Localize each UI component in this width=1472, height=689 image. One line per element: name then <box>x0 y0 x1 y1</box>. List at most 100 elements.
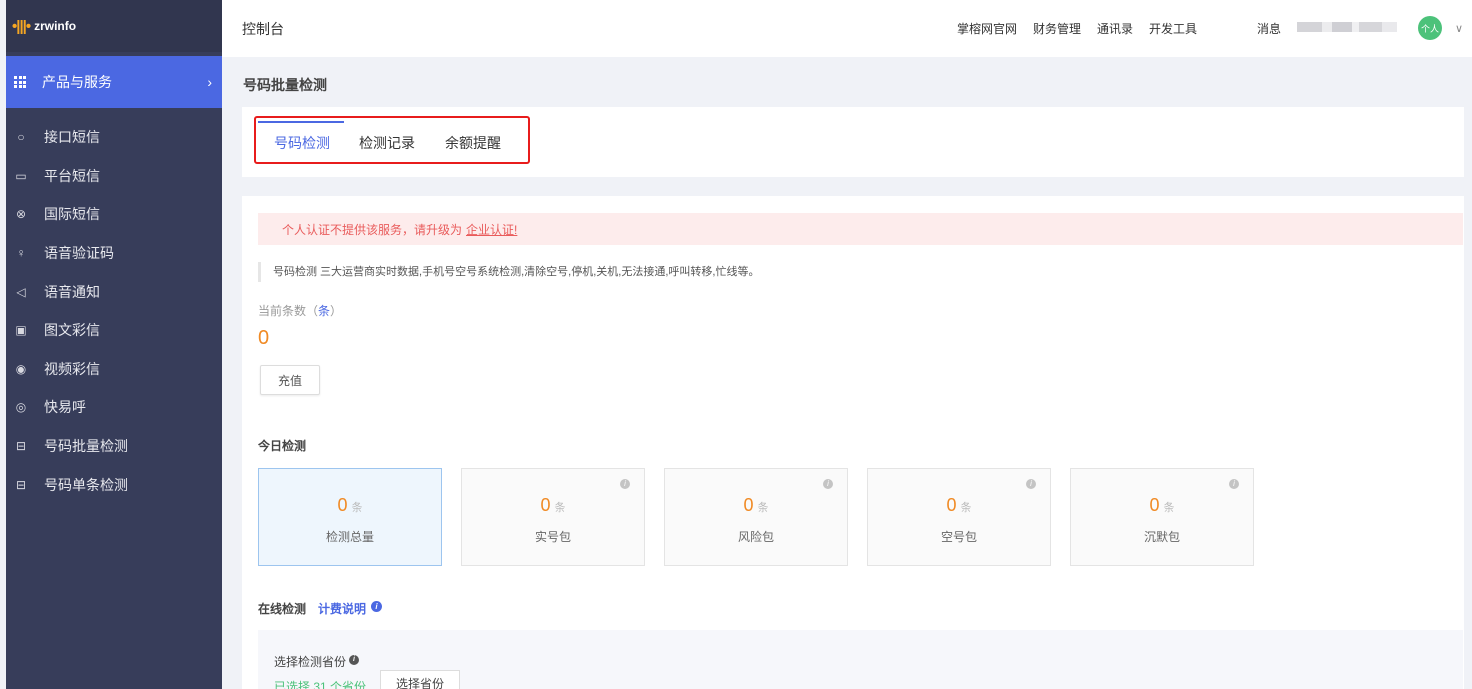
info-icon[interactable]: i <box>620 479 630 489</box>
stat-label: 风险包 <box>737 530 774 544</box>
stat-value: 0 <box>337 495 348 515</box>
messages-link[interactable]: 消息 <box>1257 20 1281 37</box>
stat-unit: 条 <box>1163 502 1175 514</box>
stat-card-risk: i 0条 风险包 <box>664 468 848 566</box>
microphone-icon: ♀ <box>16 246 26 261</box>
stat-label: 空号包 <box>940 530 977 544</box>
avatar[interactable]: 个人 <box>1418 16 1442 40</box>
sidebar-item-label: 语音验证码 <box>44 245 114 262</box>
info-icon[interactable]: i <box>371 601 382 612</box>
stat-value: 0 <box>1149 495 1160 515</box>
sidebar-item-platform-sms[interactable]: ▭ 平台短信 <box>6 157 222 196</box>
sidebar-item-label: 号码批量检测 <box>44 438 128 455</box>
logo-icon: •|||• <box>12 17 31 35</box>
products-services-label: 产品与服务 <box>42 74 112 90</box>
sidebar-item-label: 接口短信 <box>44 129 100 146</box>
tab-card: 号码检测 检测记录 余额提醒 <box>242 107 1464 177</box>
stat-unit: 条 <box>351 502 363 514</box>
sidebar-item-label: 快易呼 <box>44 399 86 416</box>
count-unit: 条 <box>318 304 331 318</box>
info-icon[interactable]: i <box>349 655 359 665</box>
chevron-right-icon: › <box>207 74 212 90</box>
header-links: 掌榕网官网 财务管理 通讯录 开发工具 <box>957 20 1213 37</box>
main-card: 个人认证不提供该服务，请升级为 企业认证! 号码检测 三大运营商实时数据,手机号… <box>242 196 1464 689</box>
speaker-icon: ◁ <box>16 284 26 299</box>
sidebar-item-label: 平台短信 <box>44 167 100 184</box>
tab-check-records[interactable]: 检测记录 <box>359 133 415 153</box>
online-check-title: 在线检测 <box>258 602 307 616</box>
select-province-button[interactable]: 选择省份 <box>380 670 460 689</box>
sidebar-menu: ○ 接口短信 ▭ 平台短信 ⊗ 国际短信 ♀ 语音验证码 ◁ 语音通知 ▣ 图文彩信 ◉ 视频… <box>6 108 222 504</box>
link-finance[interactable]: 财务管理 <box>1033 20 1081 37</box>
chat-bubble-icon: ○ <box>17 130 25 145</box>
brand-logo[interactable]: •|||• zrwinfo <box>6 0 222 52</box>
chevron-down-icon[interactable]: ∨ <box>1455 22 1463 35</box>
count-label-end: ） <box>330 304 343 318</box>
image-icon: ▣ <box>15 323 27 338</box>
play-icon: ◉ <box>15 361 27 376</box>
enterprise-auth-link[interactable]: 企业认证! <box>466 221 517 238</box>
sidebar-item-label: 视频彩信 <box>44 360 100 377</box>
scan-icon: ⊟ <box>15 439 27 454</box>
stat-unit: 条 <box>757 502 769 514</box>
sidebar-item-video-mms[interactable]: ◉ 视频彩信 <box>6 350 222 389</box>
info-icon[interactable]: i <box>1229 479 1239 489</box>
sidebar-item-label: 语音通知 <box>44 283 100 300</box>
sidebar-item-label: 图文彩信 <box>44 322 100 339</box>
link-dev-tools[interactable]: 开发工具 <box>1149 20 1197 37</box>
today-check-title: 今日检测 <box>258 439 307 453</box>
stat-card-real: i 0条 实号包 <box>461 468 645 566</box>
stat-unit: 条 <box>960 502 972 514</box>
current-count-value: 0 <box>258 327 270 349</box>
alert-text: 个人认证不提供该服务，请升级为 <box>282 222 463 237</box>
stat-value: 0 <box>540 495 551 515</box>
sidebar-item-intl-sms[interactable]: ⊗ 国际短信 <box>6 195 222 234</box>
sidebar-item-voice-notice[interactable]: ◁ 语音通知 <box>6 272 222 311</box>
stat-value: 0 <box>743 495 754 515</box>
recharge-button[interactable]: 充值 <box>260 365 320 395</box>
console-title[interactable]: 控制台 <box>242 19 284 39</box>
info-icon[interactable]: i <box>823 479 833 489</box>
billing-info-link[interactable]: 计费说明 <box>318 600 366 617</box>
sidebar-item-api-sms[interactable]: ○ 接口短信 <box>6 118 222 157</box>
stat-label: 实号包 <box>534 530 571 544</box>
phone-circle-icon: ◎ <box>15 400 27 415</box>
message-icon: ▭ <box>15 168 27 183</box>
page-title: 号码批量检测 <box>243 77 327 93</box>
count-label-text: 当前条数（ <box>258 304 319 318</box>
selected-provinces-text: 已选择 31 个省份 <box>274 680 367 689</box>
stat-card-empty: i 0条 空号包 <box>867 468 1051 566</box>
tab-number-check[interactable]: 号码检测 <box>274 133 330 153</box>
link-contacts[interactable]: 通讯录 <box>1097 20 1133 37</box>
stat-card-silent: i 0条 沉默包 <box>1070 468 1254 566</box>
stat-value: 0 <box>946 495 957 515</box>
scan-icon: ⊟ <box>15 477 27 492</box>
globe-icon: ⊗ <box>15 207 27 222</box>
sidebar-item-label: 号码单条检测 <box>44 476 128 493</box>
sidebar-item-single-check[interactable]: ⊟ 号码单条检测 <box>6 465 222 504</box>
stat-unit: 条 <box>554 502 566 514</box>
sidebar-item-label: 国际短信 <box>44 206 100 223</box>
service-description: 号码检测 三大运营商实时数据,手机号空号系统检测,清除空号,停机,关机,无法接通… <box>258 262 759 282</box>
stat-label: 沉默包 <box>1143 530 1180 544</box>
tab-balance-reminder[interactable]: 余额提醒 <box>445 133 501 153</box>
stat-label: 检测总量 <box>325 530 374 544</box>
sidebar-item-batch-check[interactable]: ⊟ 号码批量检测 <box>6 427 222 466</box>
sidebar: •|||• zrwinfo 产品与服务 › ○ 接口短信 ▭ 平台短信 ⊗ 国际短信 … <box>6 0 222 689</box>
stat-card-total: 0条 检测总量 <box>258 468 442 566</box>
products-services-menu[interactable]: 产品与服务 › <box>6 56 222 108</box>
active-tab-indicator <box>258 121 344 123</box>
link-official-site[interactable]: 掌榕网官网 <box>957 20 1017 37</box>
province-panel: 选择检测省份 i 已选择 31 个省份 选择省份 <box>258 630 1463 689</box>
brand-name: zrwinfo <box>34 19 77 33</box>
blurred-username <box>1297 22 1397 32</box>
grid-icon <box>14 76 26 88</box>
sidebar-item-quick-call[interactable]: ◎ 快易呼 <box>6 388 222 427</box>
sidebar-item-mms[interactable]: ▣ 图文彩信 <box>6 311 222 350</box>
select-province-label: 选择检测省份 <box>274 655 347 669</box>
top-bar: 控制台 掌榕网官网 财务管理 通讯录 开发工具 消息 个人 ∨ <box>222 0 1472 57</box>
current-count-label: 当前条数（条） <box>258 302 342 319</box>
auth-alert: 个人认证不提供该服务，请升级为 企业认证! <box>258 213 1463 245</box>
info-icon[interactable]: i <box>1026 479 1036 489</box>
sidebar-item-voice-code[interactable]: ♀ 语音验证码 <box>6 234 222 273</box>
